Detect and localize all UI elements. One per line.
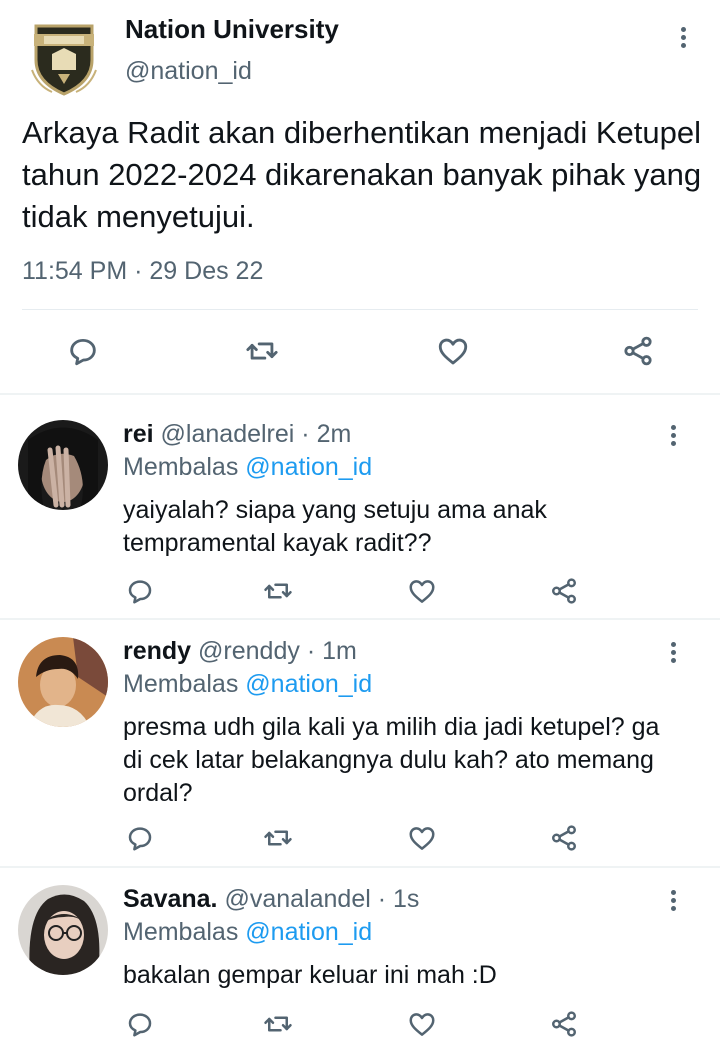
tweet-timestamp[interactable]: 11:54 PM · 29 Des 22 (22, 257, 263, 286)
reply-header: Savana. @vanalandel · 1s (123, 885, 419, 914)
mention-link[interactable]: @nation_id (245, 918, 372, 946)
retweet-icon[interactable] (262, 823, 294, 853)
avatar[interactable] (18, 885, 108, 975)
meta-separator: · (306, 637, 316, 665)
mention-link[interactable]: @nation_id (245, 670, 372, 698)
reply-tweet[interactable]: Savana. @vanalandel · 1s Membalas @natio… (0, 885, 720, 1050)
divider (0, 866, 720, 868)
reply-author-name[interactable]: rendy (123, 637, 191, 665)
mention-link[interactable]: @nation_id (245, 453, 372, 481)
tweet-time: 11:54 PM (22, 257, 128, 285)
reply-tweet[interactable]: rendy @renddy · 1m Membalas @nation_id p… (0, 637, 720, 867)
reply-tweet[interactable]: rei @lanadelrei · 2m Membalas @nation_id… (0, 420, 720, 620)
author-handle[interactable]: @nation_id (125, 57, 252, 86)
like-icon[interactable] (435, 334, 471, 368)
reply-icon[interactable] (125, 823, 155, 853)
more-options-icon[interactable] (663, 639, 683, 673)
reply-header: rei @lanadelrei · 2m (123, 420, 351, 449)
main-tweet: Nation University @nation_id Arkaya Radi… (0, 0, 720, 395)
like-icon[interactable] (406, 823, 438, 853)
reply-author-handle[interactable]: @lanadelrei (161, 420, 295, 448)
avatar[interactable] (18, 637, 108, 727)
share-icon[interactable] (620, 334, 656, 368)
reply-text: bakalan gempar keluar ini mah :D (123, 961, 497, 989)
university-crest-icon[interactable] (24, 20, 104, 100)
more-options-icon[interactable] (663, 887, 683, 921)
reply-time[interactable]: 2m (317, 420, 352, 448)
retweet-icon[interactable] (262, 1009, 294, 1039)
replying-to: Membalas @nation_id (123, 670, 372, 699)
tweet-date: 29 Des 22 (149, 257, 264, 285)
divider (0, 393, 720, 395)
share-icon[interactable] (548, 823, 580, 853)
tweet-text: Arkaya Radit akan diberhentikan menjadi … (22, 115, 702, 234)
replying-to: Membalas @nation_id (123, 918, 372, 947)
avatar[interactable] (18, 420, 108, 510)
reply-author-handle[interactable]: @renddy (198, 637, 300, 665)
reply-text: presma udh gila kali ya milih dia jadi k… (123, 713, 660, 807)
reply-author-name[interactable]: rei (123, 420, 154, 448)
author-name[interactable]: Nation University (125, 14, 339, 45)
reply-time[interactable]: 1s (393, 885, 419, 913)
meta-separator: · (134, 257, 143, 285)
retweet-icon[interactable] (262, 576, 294, 606)
divider (0, 618, 720, 620)
like-icon[interactable] (406, 576, 438, 606)
replying-label: Membalas (123, 918, 239, 946)
reply-icon[interactable] (125, 576, 155, 606)
share-icon[interactable] (548, 576, 580, 606)
replying-label: Membalas (123, 670, 239, 698)
reply-icon[interactable] (66, 334, 100, 368)
more-options-icon[interactable] (673, 24, 693, 58)
reply-author-handle[interactable]: @vanalandel (224, 885, 370, 913)
reply-icon[interactable] (125, 1009, 155, 1039)
reply-time[interactable]: 1m (322, 637, 357, 665)
meta-separator: · (377, 885, 387, 913)
divider (22, 309, 698, 310)
share-icon[interactable] (548, 1009, 580, 1039)
reply-text: yaiyalah? siapa yang setuju ama anak tem… (123, 496, 547, 557)
replying-to: Membalas @nation_id (123, 453, 372, 482)
meta-separator: · (301, 420, 310, 448)
more-options-icon[interactable] (663, 422, 683, 456)
like-icon[interactable] (406, 1009, 438, 1039)
reply-author-name[interactable]: Savana. (123, 885, 218, 913)
replying-label: Membalas (123, 453, 239, 481)
retweet-icon[interactable] (244, 334, 280, 368)
reply-header: rendy @renddy · 1m (123, 637, 357, 666)
